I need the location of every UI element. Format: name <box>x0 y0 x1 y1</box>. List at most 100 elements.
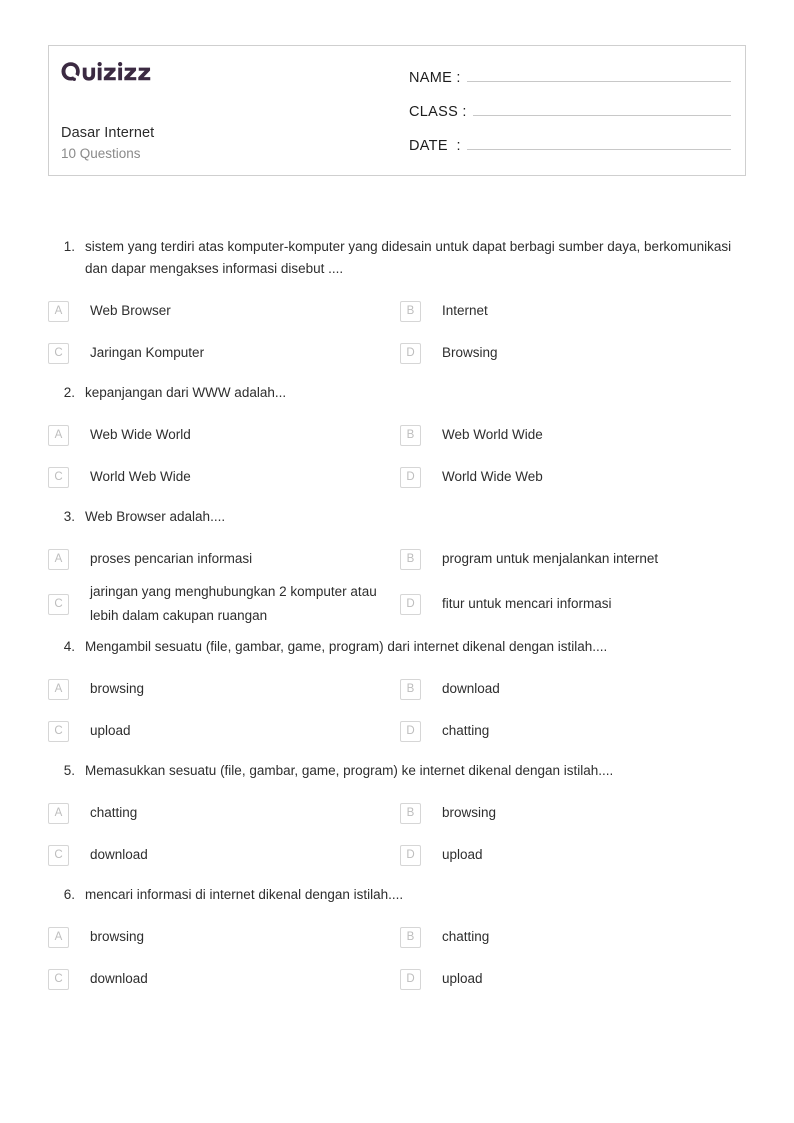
option-label: Jaringan Komputer <box>90 345 205 360</box>
answer-options: Achatting Bbrowsing Cdownload Dupload <box>48 792 746 876</box>
answer-option-d[interactable]: D Browsing <box>400 332 746 374</box>
option-letter-box: B <box>400 802 421 824</box>
option-letter-box: C <box>48 593 69 615</box>
answer-option-b[interactable]: B Internet <box>400 290 746 332</box>
quiz-meta: Dasar Internet 10 Questions <box>61 123 409 175</box>
question-heading: 2. kepanjangan dari WWW adalah... <box>48 382 746 404</box>
option-label: jaringan yang menghubungkan 2 komputer a… <box>90 584 377 623</box>
answer-option-d[interactable]: D World Wide Web <box>400 456 746 498</box>
option-letter-box: B <box>400 678 421 700</box>
student-info-fields: NAME : CLASS : DATE : <box>409 46 745 175</box>
question-heading: 1. sistem yang terdiri atas komputer-komp… <box>48 236 746 280</box>
question-number: 6. <box>63 887 75 902</box>
option-label: fitur untuk mencari informasi <box>442 596 612 611</box>
option-letter-box: A <box>48 424 69 446</box>
answer-option-c[interactable]: Cdownload <box>48 958 400 1000</box>
answer-option-a[interactable]: A Web Browser <box>48 290 400 332</box>
question-text: Memasukkan sesuatu (file, gambar, game, … <box>85 763 614 778</box>
date-input-line[interactable] <box>466 131 731 150</box>
answer-option-b[interactable]: Bprogram untuk menjalankan internet <box>400 538 746 580</box>
answer-options: Abrowsing Bchatting Cdownload Dupload <box>48 916 746 1000</box>
answer-option-d[interactable]: Dupload <box>400 834 746 876</box>
option-label: Internet <box>442 303 488 318</box>
option-label: upload <box>442 971 483 986</box>
answer-option-b[interactable]: B Web World Wide <box>400 414 746 456</box>
option-letter-box: D <box>400 720 421 742</box>
option-letter-box: D <box>400 968 421 990</box>
answer-option-a[interactable]: Achatting <box>48 792 400 834</box>
option-label: browsing <box>90 681 145 696</box>
quizizz-logo <box>61 59 409 85</box>
date-field-label: DATE : <box>409 138 461 154</box>
option-letter-box: A <box>48 926 69 948</box>
option-label: upload <box>442 847 483 862</box>
answer-option-a[interactable]: Abrowsing <box>48 668 400 710</box>
option-letter-box: C <box>48 844 69 866</box>
option-letter-box: B <box>400 926 421 948</box>
answer-option-c[interactable]: Cupload <box>48 710 400 752</box>
option-label: Web Browser <box>90 303 171 318</box>
option-letter-box: D <box>400 342 421 364</box>
option-letter-box: A <box>48 300 69 322</box>
option-letter-box: A <box>48 678 69 700</box>
answer-options: Aproses pencarian informasi Bprogram untu… <box>48 538 746 628</box>
option-label: browsing <box>90 929 145 944</box>
answer-option-d[interactable]: Dupload <box>400 958 746 1000</box>
question-heading: 6. mencari informasi di internet dikenal … <box>48 884 746 906</box>
header-left-column: Dasar Internet 10 Questions <box>49 46 409 175</box>
question-heading: 4. Mengambil sesuatu (file, gambar, game,… <box>48 636 746 658</box>
answer-option-c[interactable]: C World Web Wide <box>48 456 400 498</box>
question-number: 2. <box>63 385 75 400</box>
option-letter-box: B <box>400 300 421 322</box>
question-block: 4. Mengambil sesuatu (file, gambar, game,… <box>48 636 746 752</box>
answer-option-c[interactable]: C Jaringan Komputer <box>48 332 400 374</box>
option-label: download <box>90 971 148 986</box>
name-field-row: NAME : <box>409 63 731 86</box>
name-input-line[interactable] <box>466 63 731 82</box>
option-label: chatting <box>442 723 490 738</box>
option-letter-box: D <box>400 466 421 488</box>
option-label: program untuk menjalankan internet <box>442 551 659 566</box>
answer-options: Abrowsing Bdownload Cupload Dchatting <box>48 668 746 752</box>
questions-list: 1. sistem yang terdiri atas komputer-komp… <box>48 236 746 1000</box>
answer-option-c[interactable]: Cdownload <box>48 834 400 876</box>
answer-option-a[interactable]: Aproses pencarian informasi <box>48 538 400 580</box>
option-label: World Wide Web <box>442 469 543 484</box>
answer-option-b[interactable]: Bbrowsing <box>400 792 746 834</box>
worksheet-page: Dasar Internet 10 Questions NAME : CLASS… <box>0 0 794 1123</box>
answer-options: A Web Browser B Internet C Jaringan Komputer D… <box>48 290 746 374</box>
answer-options: A Web Wide World B Web World Wide C World Web… <box>48 414 746 498</box>
class-input-line[interactable] <box>472 97 731 116</box>
answer-option-d[interactable]: Dchatting <box>400 710 746 752</box>
question-block: 2. kepanjangan dari WWW adalah... A Web Wid… <box>48 382 746 498</box>
question-text: kepanjangan dari WWW adalah... <box>85 385 287 400</box>
name-field-label: NAME : <box>409 70 461 86</box>
quiz-question-count: 10 Questions <box>61 146 141 161</box>
option-label: download <box>442 681 500 696</box>
worksheet-header-card: Dasar Internet 10 Questions NAME : CLASS… <box>48 45 746 176</box>
question-text: sistem yang terdiri atas komputer-komput… <box>85 239 732 276</box>
option-letter-box: A <box>48 802 69 824</box>
answer-option-a[interactable]: Abrowsing <box>48 916 400 958</box>
option-label: chatting <box>90 805 138 820</box>
option-label: World Web Wide <box>90 469 191 484</box>
question-number: 3. <box>63 509 75 524</box>
option-letter-box: C <box>48 466 69 488</box>
option-label: browsing <box>442 805 497 820</box>
answer-option-b[interactable]: Bdownload <box>400 668 746 710</box>
option-letter-box: B <box>400 424 421 446</box>
class-field-row: CLASS : <box>409 97 731 120</box>
question-block: 6. mencari informasi di internet dikenal … <box>48 884 746 1000</box>
option-label: Web Wide World <box>90 427 191 442</box>
question-text: Web Browser adalah.... <box>85 509 226 524</box>
question-number: 1. <box>63 239 75 254</box>
question-block: 1. sistem yang terdiri atas komputer-komp… <box>48 236 746 374</box>
answer-option-d[interactable]: Dfitur untuk mencari informasi <box>400 580 746 628</box>
option-label: Browsing <box>442 345 498 360</box>
question-heading: 5. Memasukkan sesuatu (file, gambar, game… <box>48 760 746 782</box>
answer-option-b[interactable]: Bchatting <box>400 916 746 958</box>
option-label: upload <box>90 723 131 738</box>
answer-option-c[interactable]: Cjaringan yang menghubungkan 2 komputer … <box>48 580 400 628</box>
answer-option-a[interactable]: A Web Wide World <box>48 414 400 456</box>
option-letter-box: C <box>48 342 69 364</box>
